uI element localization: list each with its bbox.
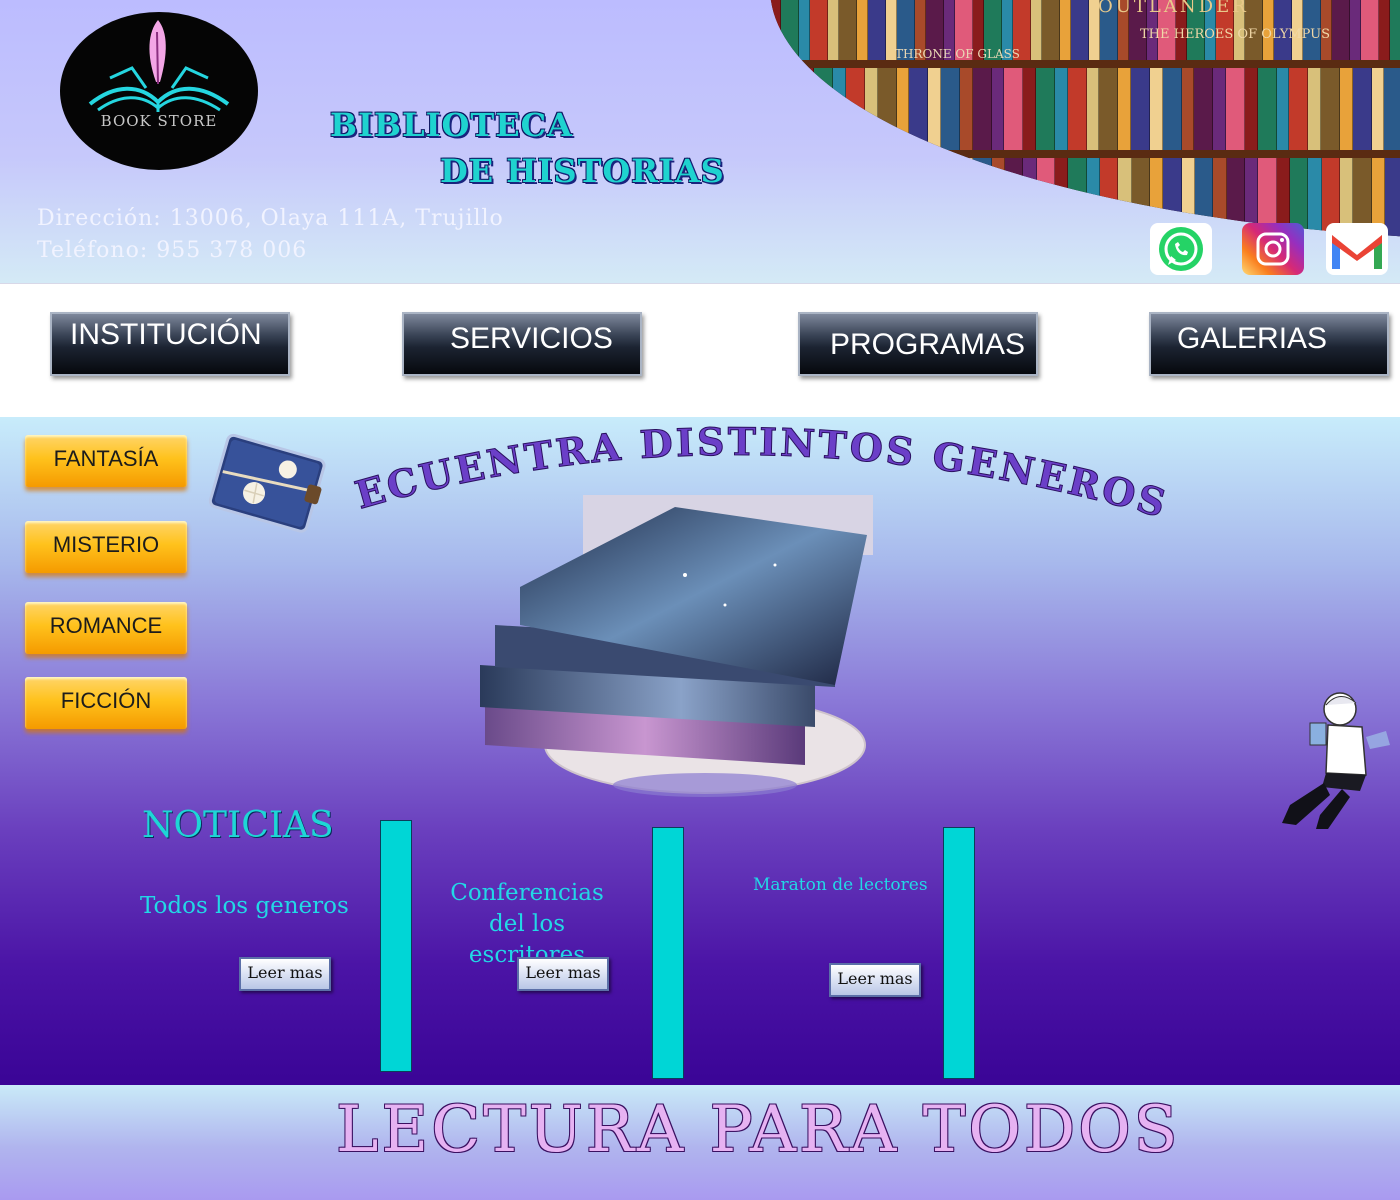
instagram-icon [1256,232,1290,266]
nav-label: PROGRAMAS [830,328,1026,361]
main-navigation: INSTITUCIÓN SERVICIOS PROGRAMAS GALERIAS [0,283,1400,418]
reading-girl-image [1282,692,1390,829]
nav-label: INSTITUCIÓN [70,318,262,351]
genre-misterio-button[interactable]: MISTERIO [25,521,187,573]
main-content: FANTASÍA MISTERIO ROMANCE FICCIÓN ECUENT… [0,417,1400,1085]
gmail-icon [1332,233,1382,269]
news-divider [652,827,684,1079]
address-text: Dirección: 13006, Olaya 111A, Trujillo [37,206,504,231]
news-item-text: Todos los generos [140,893,349,919]
read-more-button[interactable]: Leer mas [829,963,921,997]
shelf-titles: OUTLANDER THE HEROES OF OLYMPUS THRONE O… [895,0,1330,61]
nav-label: GALERIAS [1177,322,1328,355]
galaxy-notebooks-image [480,495,873,797]
genre-romance-button[interactable]: ROMANCE [25,602,187,654]
news-item-text: Maraton de lectores [753,875,928,895]
site-title-line2: DE HISTORIAS [440,152,725,190]
shelf-title-heroes: THE HEROES OF OLYMPUS [1140,27,1330,42]
gmail-button[interactable] [1326,223,1388,275]
header: BOOK STORE BIBLIOTECA DE HISTORIAS Direc… [0,0,1400,283]
whatsapp-icon [1159,227,1203,271]
news-divider [380,820,412,1072]
whatsapp-button[interactable] [1150,223,1212,275]
read-more-button[interactable]: Leer mas [239,957,331,991]
journal-book-image [208,433,326,533]
phone-text: Teléfono: 955 378 006 [37,238,308,263]
shelf-title-outlander: OUTLANDER [1098,0,1249,17]
instagram-button[interactable] [1242,223,1304,275]
shelf-title-throne: THRONE OF GLASS [895,47,1020,61]
genre-fantasia-button[interactable]: FANTASÍA [25,435,187,487]
logo-text: BOOK STORE [100,112,218,130]
book-store-logo[interactable]: BOOK STORE [60,12,258,170]
nav-galerias-button[interactable]: GALERIAS [1149,312,1389,376]
footer-slogan: LECTURA PARA TODOS [336,1093,1181,1167]
bookshelf-image: OUTLANDER THE HEROES OF OLYMPUS THRONE O… [770,0,1400,240]
site-title-line1: BIBLIOTECA [330,106,573,144]
read-more-button[interactable]: Leer mas [517,957,609,991]
nav-servicios-button[interactable]: SERVICIOS [402,312,642,376]
nav-institucion-button[interactable]: INSTITUCIÓN [50,312,290,376]
news-title: NOTICIAS [142,805,334,846]
genre-ficcion-button[interactable]: FICCIÓN [25,677,187,729]
open-book-feather-icon [88,20,230,112]
footer: LECTURA PARA TODOS [0,1085,1400,1200]
news-divider [943,827,975,1079]
nav-programas-button[interactable]: PROGRAMAS [798,312,1038,376]
nav-label: SERVICIOS [450,322,613,355]
